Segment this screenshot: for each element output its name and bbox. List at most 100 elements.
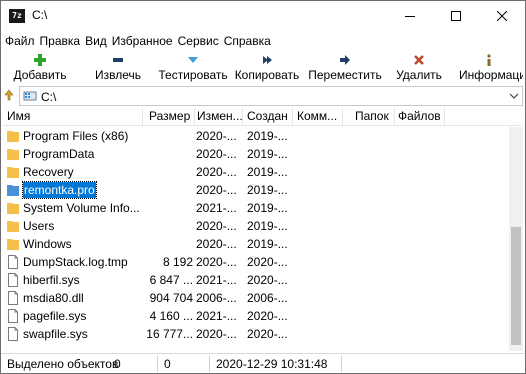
table-row[interactable]: remontka.pro 2020-... 2019-...	[3, 181, 509, 199]
file-name: pagefile.sys	[23, 309, 87, 323]
cell-name: hiberfil.sys	[7, 271, 145, 289]
cell-size	[143, 145, 193, 163]
col-size[interactable]: Размер	[143, 108, 195, 126]
minimize-button[interactable]	[387, 1, 433, 31]
table-row[interactable]: System Volume Info... 2021-... 2019-...	[3, 199, 509, 217]
table-row[interactable]: pagefile.sys 4 160 ... 2021-... 2020-...	[3, 307, 509, 325]
table-row[interactable]: swapfile.sys 16 777... 2020-... 2020-...	[3, 325, 509, 343]
copy-label: Копировать	[234, 68, 300, 82]
menu-bar: Файл Правка Вид Избранное Сервис Справка	[1, 32, 525, 50]
delete-button[interactable]: Удалить	[385, 51, 453, 85]
cell-modified: 2021-...	[196, 273, 237, 287]
maximize-button[interactable]	[433, 1, 479, 31]
add-button[interactable]: Добавить	[1, 51, 79, 85]
file-name: Windows	[23, 237, 72, 251]
cell-created: 2019-...	[247, 201, 288, 215]
list-header: Имя Размер Измен... Создан Комм... Папок…	[3, 108, 523, 126]
col-files[interactable]: Файлов	[395, 108, 445, 126]
cell-created: 2019-...	[247, 219, 288, 233]
col-folders[interactable]: Папок	[343, 108, 395, 126]
toolbar: Добавить Извлечь Тестировать Копировать …	[1, 51, 525, 85]
col-modified[interactable]: Измен...	[195, 108, 243, 126]
cell-size	[143, 199, 193, 217]
menu-tools[interactable]: Сервис	[178, 32, 219, 50]
col-created[interactable]: Создан	[243, 108, 293, 126]
cell-name: Program Files (x86)	[7, 127, 145, 145]
copy-button[interactable]: Копировать	[229, 51, 305, 85]
move-button[interactable]: Переместить	[305, 51, 385, 85]
minus-icon	[113, 58, 123, 62]
table-row[interactable]: Program Files (x86) 2020-... 2019-...	[3, 127, 509, 145]
table-row[interactable]: msdia80.dll 904 704 2006-... 2006-...	[3, 289, 509, 307]
file-name: DumpStack.log.tmp	[23, 255, 128, 269]
cell-name: msdia80.dll	[7, 289, 145, 307]
test-label: Тестировать	[158, 68, 228, 82]
cell-modified: 2006-...	[196, 291, 237, 305]
col-name[interactable]: Имя	[3, 108, 143, 126]
close-icon	[497, 11, 507, 21]
folder-icon	[7, 237, 19, 253]
cell-name: System Volume Info...	[7, 199, 145, 217]
extract-button[interactable]: Извлечь	[79, 51, 157, 85]
table-row[interactable]: DumpStack.log.tmp 8 192 2020-... 2020-...	[3, 253, 509, 271]
arrows-icon	[263, 56, 272, 64]
file-name: Program Files (x86)	[23, 129, 129, 143]
scrollbar-thumb[interactable]	[511, 227, 521, 345]
status-divider	[341, 356, 342, 372]
file-name: System Volume Info...	[23, 201, 140, 215]
table-row[interactable]: Users 2020-... 2019-...	[3, 217, 509, 235]
cell-name: DumpStack.log.tmp	[7, 253, 145, 271]
vertical-scrollbar[interactable]	[509, 127, 523, 351]
test-button[interactable]: Тестировать	[157, 51, 229, 85]
address-bar: C:\	[1, 86, 525, 106]
status-divider	[209, 356, 210, 372]
info-icon	[487, 54, 491, 66]
app-window: 7z C:\ Файл Правка Вид Избранное Сервис …	[0, 0, 526, 374]
close-button[interactable]	[479, 1, 525, 31]
file-name: swapfile.sys	[23, 327, 88, 341]
menu-edit[interactable]: Правка	[40, 32, 81, 50]
cell-modified: 2020-...	[196, 129, 237, 143]
folder-icon	[7, 219, 19, 235]
status-selected-label: Выделено объектов	[7, 357, 119, 371]
file-name: msdia80.dll	[23, 291, 84, 305]
up-folder-icon[interactable]	[4, 89, 14, 101]
folder-icon	[7, 147, 19, 163]
cell-size: 4 160 ...	[149, 309, 193, 323]
table-row[interactable]: Recovery 2020-... 2019-...	[3, 163, 509, 181]
address-field[interactable]: C:\	[19, 86, 523, 106]
file-icon	[7, 291, 19, 307]
file-icon	[7, 327, 19, 343]
file-icon	[7, 309, 19, 325]
table-row[interactable]: ProgramData 2020-... 2019-...	[3, 145, 509, 163]
status-selected-count: 0	[114, 357, 121, 371]
cell-name: remontka.pro	[7, 181, 145, 199]
cell-name: swapfile.sys	[7, 325, 145, 343]
menu-file[interactable]: Файл	[5, 32, 35, 50]
extract-label: Извлечь	[94, 68, 141, 82]
file-name: Recovery	[23, 165, 74, 179]
delete-label: Удалить	[396, 68, 442, 82]
info-button[interactable]: Информаци	[453, 51, 523, 85]
menu-view[interactable]: Вид	[85, 32, 107, 50]
cell-name: Recovery	[7, 163, 145, 181]
file-name: hiberfil.sys	[23, 273, 80, 287]
status-size: 0	[164, 357, 171, 371]
folder-icon	[7, 165, 19, 181]
app-logo-icon: 7z	[9, 9, 25, 23]
plus-icon	[34, 54, 46, 66]
menu-help[interactable]: Справка	[224, 32, 271, 50]
folder-icon	[7, 183, 19, 199]
folder-icon	[7, 129, 19, 145]
table-row[interactable]: hiberfil.sys 6 847 ... 2021-... 2020-...	[3, 271, 509, 289]
table-row[interactable]: Windows 2020-... 2019-...	[3, 235, 509, 253]
file-icon	[7, 273, 19, 289]
folder-icon	[7, 201, 19, 217]
status-bar: Выделено объектов 0 0 2020-12-29 10:31:4…	[1, 353, 525, 373]
cell-name: ProgramData	[7, 145, 145, 163]
col-comment[interactable]: Комм...	[293, 108, 343, 126]
menu-favorites[interactable]: Избранное	[112, 32, 173, 50]
window-title: C:\	[32, 8, 48, 22]
cell-modified: 2020-...	[196, 255, 237, 269]
chevron-down-icon[interactable]	[509, 92, 519, 100]
